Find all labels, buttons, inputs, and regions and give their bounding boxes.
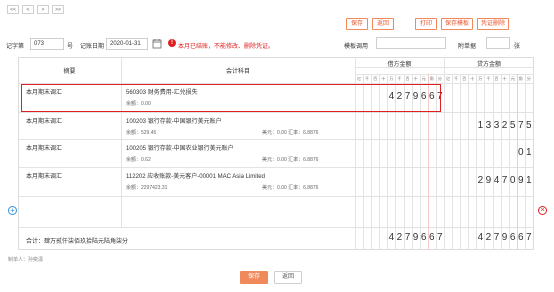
template-label: 模板调用 bbox=[344, 44, 369, 50]
voucher-number-suffix: 号 bbox=[67, 44, 74, 50]
footer-save-button[interactable]: 保存 bbox=[240, 271, 268, 284]
debit-column-header: 借方金额 bbox=[387, 62, 412, 68]
row-balance: 余额：2297423.31 bbox=[126, 185, 168, 191]
add-row-icon[interactable]: + bbox=[8, 206, 17, 215]
save-template-button[interactable]: 保存模板 bbox=[441, 18, 473, 30]
highlighted-entry-row bbox=[21, 84, 441, 112]
row-credit-amount[interactable]: 2947091 bbox=[444, 175, 533, 186]
warning-icon: ! bbox=[168, 39, 176, 47]
attachment-count-input[interactable] bbox=[486, 37, 510, 49]
row-fx-info: 美元：0.00 汇率：6.8876 bbox=[262, 185, 319, 191]
voucher-number-input[interactable]: 073 bbox=[30, 38, 64, 50]
account-column-header: 会计科目 bbox=[225, 69, 250, 75]
next-page-button[interactable]: > bbox=[37, 5, 49, 14]
total-in-words: 合计：肆万贰仟柒佰玖拾陆元陆角柒分 bbox=[26, 239, 129, 245]
calendar-icon[interactable] bbox=[152, 38, 162, 49]
maker-label: 制单人：孙奕潇 bbox=[8, 257, 44, 263]
row-account[interactable]: 112202 应收账款-美元客户-00001 MAC Asia Limited bbox=[126, 171, 265, 180]
debit-digit-units: 亿千百十万千百十元角分 bbox=[356, 76, 442, 81]
row-balance: 余额：529.45 bbox=[126, 130, 157, 136]
date-label: 记账日期 bbox=[80, 44, 105, 50]
remove-row-icon[interactable]: × bbox=[538, 206, 547, 215]
attachment-label: 附单据 bbox=[458, 44, 477, 50]
total-credit-amount: 4279667 bbox=[477, 232, 532, 243]
attachment-unit: 张 bbox=[514, 44, 521, 50]
back-button[interactable]: 返回 bbox=[372, 18, 394, 30]
total-debit-amount: 4279667 bbox=[388, 232, 443, 243]
row-summary[interactable]: 本月期末调汇 bbox=[26, 116, 62, 125]
template-input[interactable] bbox=[376, 37, 446, 49]
credit-digit-units: 亿千百十万千百十元角分 bbox=[445, 76, 531, 81]
print-button[interactable]: 打印 bbox=[415, 18, 437, 30]
row-credit-amount[interactable]: 01 bbox=[444, 147, 533, 158]
locked-warning-text: 本月已结账，不能修改、删除凭证。 bbox=[178, 44, 275, 50]
first-page-button[interactable]: << bbox=[7, 5, 19, 14]
row-credit-amount[interactable]: 1332575 bbox=[444, 120, 533, 131]
prev-page-button[interactable]: < bbox=[22, 5, 34, 14]
row-account[interactable]: 100203 银行存款-中国银行美元账户 bbox=[126, 116, 222, 125]
save-button[interactable]: 保存 bbox=[346, 18, 368, 30]
row-account[interactable]: 100205 银行存款-中国农业银行美元账户 bbox=[126, 143, 234, 152]
row-balance: 余额：0.62 bbox=[126, 157, 151, 163]
footer-back-button[interactable]: 返回 bbox=[274, 271, 302, 284]
credit-column-header: 贷方金额 bbox=[476, 62, 501, 68]
row-summary[interactable]: 本月期末调汇 bbox=[26, 171, 62, 180]
row-fx-info: 美元：0.00 汇率：6.8876 bbox=[262, 130, 319, 136]
voucher-word-label: 记字第 bbox=[6, 44, 25, 50]
last-page-button[interactable]: >> bbox=[52, 5, 64, 14]
row-summary[interactable]: 本月期末调汇 bbox=[26, 143, 62, 152]
date-input[interactable]: 2020-01-31 bbox=[106, 38, 148, 50]
row-fx-info: 美元：0.00 汇率：6.8876 bbox=[262, 157, 319, 163]
summary-column-header: 摘要 bbox=[63, 69, 76, 75]
delete-voucher-button[interactable]: 凭证删除 bbox=[477, 18, 509, 30]
